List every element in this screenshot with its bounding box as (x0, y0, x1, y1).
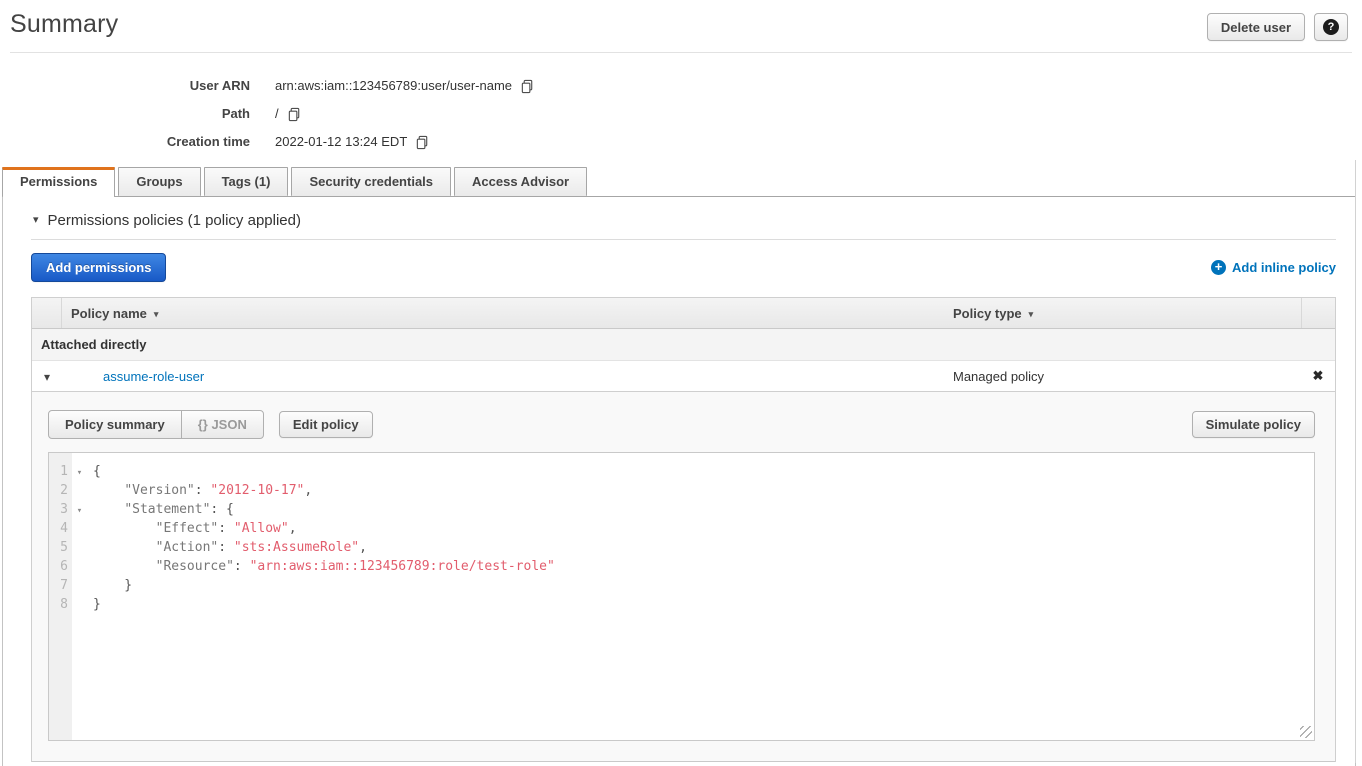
line-number: 2 (49, 481, 72, 500)
policy-view-toggle-group: Policy summary {} JSON (48, 410, 264, 439)
expand-caret-icon: ▾ (44, 370, 50, 384)
simulate-policy-button[interactable]: Simulate policy (1192, 411, 1315, 438)
permissions-tab-panel: ▾ Permissions policies (1 policy applied… (2, 196, 1356, 766)
copy-icon[interactable] (520, 79, 535, 94)
policy-view-controls: Policy summary {} JSON Edit policy (48, 410, 373, 439)
page-header: Summary Delete user ? (0, 0, 1362, 41)
plus-icon: + (1211, 260, 1226, 275)
header-divider (10, 52, 1352, 53)
header-actions: Delete user ? (1207, 13, 1348, 41)
fold-caret-icon[interactable]: ▾ (77, 506, 82, 516)
tab-bar: Permissions Groups Tags (1) Security cre… (0, 167, 1362, 196)
add-inline-policy-link[interactable]: + Add inline policy (1211, 260, 1336, 275)
add-permissions-button[interactable]: Add permissions (31, 253, 166, 282)
add-inline-policy-label: Add inline policy (1232, 260, 1336, 275)
user-details: User ARN arn:aws:iam::123456789:user/use… (0, 71, 1362, 155)
line-number: 5 (49, 538, 72, 557)
tab-security-credentials[interactable]: Security credentials (291, 167, 451, 196)
code-line: } (93, 576, 1314, 595)
policy-type-header-label: Policy type (953, 306, 1022, 321)
help-button[interactable]: ? (1314, 13, 1348, 41)
policies-table-header: Policy name ▾ Policy type ▾ (32, 298, 1335, 329)
policy-view-toggle[interactable]: Policy summary (49, 411, 181, 438)
detach-policy-button[interactable]: ✖ (1301, 368, 1335, 384)
tab-permissions[interactable]: Permissions (2, 167, 115, 197)
policy-name-header-label: Policy name (71, 306, 147, 321)
tab-access-advisor[interactable]: Access Advisor (454, 167, 587, 196)
detail-value-text: / (275, 106, 279, 121)
editor-fold-column: ▾▾ (72, 453, 87, 740)
sort-caret-icon: ▾ (1029, 309, 1034, 320)
detail-value: arn:aws:iam::123456789:user/user-name (275, 77, 535, 94)
detail-label: Creation time (0, 134, 250, 149)
edit-policy-button[interactable]: Edit policy (279, 411, 373, 438)
line-number: 8 (49, 595, 72, 614)
content-right-border (1355, 160, 1356, 763)
policy-type-column-header[interactable]: Policy type ▾ (943, 298, 1301, 328)
detail-label: Path (0, 106, 250, 121)
editor-resize-handle[interactable] (1300, 726, 1312, 738)
policy-name-column-header[interactable]: Policy name ▾ (62, 298, 943, 328)
delete-user-button[interactable]: Delete user (1207, 13, 1305, 41)
fold-caret-icon[interactable]: ▾ (77, 468, 82, 478)
line-number: 7 (49, 576, 72, 595)
copy-icon[interactable] (415, 135, 430, 150)
code-line: "Statement": { (93, 500, 1314, 519)
permissions-policies-section-header[interactable]: ▾ Permissions policies (1 policy applied… (3, 197, 1355, 229)
policy-name-link[interactable]: assume-role-user (103, 369, 204, 384)
sort-caret-icon: ▾ (154, 309, 159, 320)
copy-icon[interactable] (287, 107, 302, 122)
permissions-toolbar: Add permissions + Add inline policy (31, 253, 1336, 282)
code-line: "Action": "sts:AssumeRole", (93, 538, 1314, 557)
policy-detail-expanded-row: Policy summary {} JSON Edit policy Simul… (32, 392, 1335, 762)
policy-type-cell: Managed policy (943, 369, 1301, 384)
detail-row: Creation time 2022-01-12 13:24 EDT (0, 127, 1362, 155)
row-expand-toggle[interactable]: ▾ (32, 369, 62, 384)
line-number: 4 (49, 519, 72, 538)
policy-table-row: ▾ assume-role-user Managed policy ✖ (32, 361, 1335, 392)
policies-table: Policy name ▾ Policy type ▾ Attached dir… (31, 297, 1336, 762)
code-line: "Effect": "Allow", (93, 519, 1314, 538)
detail-label: User ARN (0, 78, 250, 93)
detail-value-text: 2022-01-12 13:24 EDT (275, 134, 407, 149)
tab-groups[interactable]: Groups (118, 167, 200, 196)
actions-column-header (1301, 298, 1335, 328)
detail-row: Path / (0, 99, 1362, 127)
code-line: "Resource": "arn:aws:iam::123456789:role… (93, 557, 1314, 576)
code-line: "Version": "2012-10-17", (93, 481, 1314, 500)
policy-detail-toolbar: Policy summary {} JSON Edit policy Simul… (48, 410, 1315, 439)
attachment-group-row: Attached directly (32, 329, 1335, 361)
section-collapse-icon: ▾ (33, 215, 39, 226)
line-number: 3 (49, 500, 72, 519)
detail-row: User ARN arn:aws:iam::123456789:user/use… (0, 71, 1362, 99)
code-line: } (93, 595, 1314, 614)
remove-x-icon: ✖ (1313, 368, 1324, 383)
line-number: 1 (49, 462, 72, 481)
policy-view-toggle[interactable]: {} JSON (181, 411, 263, 438)
detail-value: 2022-01-12 13:24 EDT (275, 133, 430, 150)
editor-code-area[interactable]: { "Version": "2012-10-17", "Statement": … (87, 453, 1314, 740)
page-title: Summary (10, 10, 118, 39)
line-number: 6 (49, 557, 72, 576)
tab-tags-1[interactable]: Tags (1) (204, 167, 289, 196)
code-line: { (93, 462, 1314, 481)
json-policy-editor[interactable]: 12345678 ▾▾ { "Version": "2012-10-17", "… (48, 452, 1315, 741)
section-title: Permissions policies (1 policy applied) (48, 212, 301, 229)
section-divider (31, 239, 1336, 240)
policy-name-cell: assume-role-user (62, 369, 943, 384)
expand-column-header (32, 298, 62, 328)
help-icon: ? (1323, 19, 1339, 35)
detail-value: / (275, 105, 302, 122)
detail-value-text: arn:aws:iam::123456789:user/user-name (275, 78, 512, 93)
editor-line-number-gutter: 12345678 (49, 453, 72, 740)
